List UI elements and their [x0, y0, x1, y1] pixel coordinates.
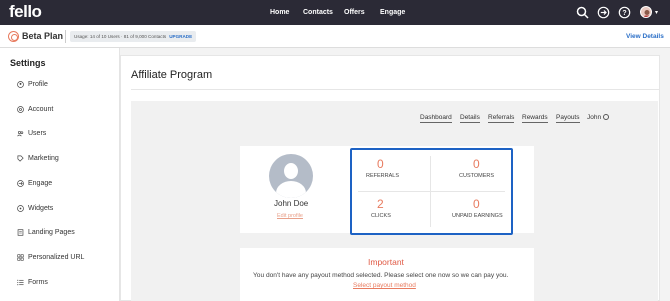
view-details-link[interactable]: View Details: [626, 33, 664, 40]
fello-logo[interactable]: fello: [9, 2, 42, 22]
chevron-down-icon[interactable]: ▾: [655, 9, 658, 16]
select-payout-link[interactable]: Select payout method: [353, 282, 416, 289]
usage-text: Usage: 14 of 10 Users · 81 of 9,000 Cont…: [74, 34, 167, 39]
arrow-circle-icon[interactable]: [597, 6, 610, 19]
users-icon: [17, 130, 24, 137]
help-icon[interactable]: ?: [618, 6, 631, 19]
profile-avatar: [269, 154, 313, 198]
important-heading: Important: [368, 257, 404, 267]
grid-icon: [17, 254, 24, 261]
nav-home[interactable]: Home: [270, 9, 289, 16]
user-avatar[interactable]: [640, 6, 652, 18]
plan-name: Beta Plan: [22, 31, 64, 41]
tag-icon: [17, 155, 24, 162]
nav-engage[interactable]: Engage: [380, 9, 405, 16]
sidebar-item-label: Profile: [28, 81, 48, 88]
sidebar-item-label: Landing Pages: [28, 229, 75, 236]
search-icon[interactable]: [576, 6, 589, 19]
user-menu-label[interactable]: John: [587, 114, 601, 121]
tab-payouts[interactable]: Payouts: [556, 114, 580, 123]
upgrade-link[interactable]: UPGRADE: [169, 34, 192, 39]
edit-profile-link[interactable]: Edit profile: [277, 213, 303, 219]
nav-offers[interactable]: Offers: [344, 9, 365, 16]
logout-icon[interactable]: [603, 114, 609, 120]
sidebar-title: Settings: [10, 58, 46, 68]
page-title: Affiliate Program: [131, 69, 213, 81]
list-icon: [17, 279, 24, 286]
sidebar-item-marketing[interactable]: Marketing: [17, 155, 59, 162]
nav-contacts[interactable]: Contacts: [303, 9, 333, 16]
sidebar-item-label: Forms: [28, 279, 48, 286]
divider: [65, 30, 66, 43]
customers-value: 0: [473, 157, 480, 171]
unpaid-earnings-value: 0: [473, 197, 480, 211]
clicks-value: 2: [377, 197, 384, 211]
top-navbar: fello Home Contacts Offers Engage ? ▾: [0, 0, 670, 25]
sidebar-item-label: Account: [28, 106, 54, 113]
customers-label: CUSTOMERS: [459, 173, 495, 179]
divider: [358, 191, 505, 192]
tab-details[interactable]: Details: [460, 114, 480, 123]
sidebar-item-label: Engage: [28, 180, 53, 187]
usage-badge: Usage: 14 of 10 Users · 81 of 9,000 Cont…: [70, 31, 197, 42]
divider: [131, 89, 660, 90]
tab-referrals[interactable]: Referrals: [488, 114, 515, 123]
clicks-label: CLICKS: [371, 213, 391, 219]
sidebar-item-forms[interactable]: Forms: [17, 279, 48, 286]
engage-icon: [17, 180, 24, 187]
user-circle-icon: [17, 81, 24, 88]
referrals-label: REFERRALS: [366, 173, 400, 179]
sidebar-item-users[interactable]: Users: [17, 130, 46, 137]
sidebar-item-label: Personalized URL: [28, 254, 85, 261]
payout-warning-text: You don't have any payout method selecte…: [253, 272, 509, 279]
profile-name: John Doe: [274, 199, 309, 208]
sidebar-item-profile[interactable]: Profile: [17, 81, 48, 88]
sidebar-item-label: Marketing: [28, 155, 59, 162]
svg-text:?: ?: [622, 10, 626, 17]
tab-rewards[interactable]: Rewards: [522, 114, 548, 123]
sidebar-item-label: Users: [28, 130, 47, 137]
sidebar-item-widgets[interactable]: Widgets: [17, 205, 53, 212]
account-icon: [17, 106, 24, 113]
sidebar-item-personalized-url[interactable]: Personalized URL: [17, 254, 84, 261]
sidebar-item-landing-pages[interactable]: Landing Pages: [17, 229, 75, 236]
sidebar-item-account[interactable]: Account: [17, 106, 53, 113]
tab-dashboard[interactable]: Dashboard: [420, 114, 452, 123]
page-icon: [17, 229, 24, 236]
widget-icon: [17, 205, 24, 212]
plan-icon: [8, 31, 19, 42]
unpaid-earnings-label: UNPAID EARNINGS: [452, 213, 503, 219]
referrals-value: 0: [377, 157, 384, 171]
plan-bar: Beta Plan Usage: 14 of 10 Users · 81 of …: [0, 25, 670, 48]
sidebar-item-engage[interactable]: Engage: [17, 180, 52, 187]
sidebar-item-label: Widgets: [28, 205, 54, 212]
